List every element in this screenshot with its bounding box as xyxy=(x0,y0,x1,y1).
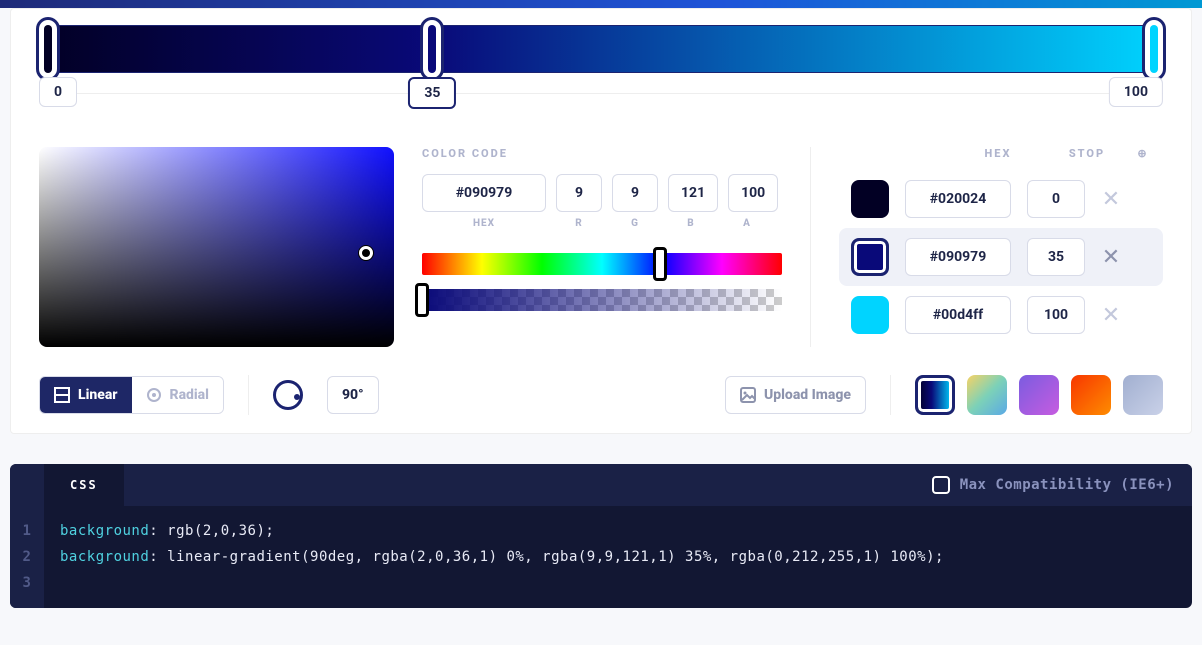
gradient-handle-2[interactable] xyxy=(1142,17,1166,81)
hue-handle[interactable] xyxy=(653,247,667,281)
gradient-handle-0[interactable] xyxy=(36,17,60,81)
css-code-text[interactable]: background: rgb(2,0,36); background: lin… xyxy=(44,506,960,608)
stop-swatch-0[interactable] xyxy=(851,180,889,218)
stop-row-0[interactable]: #020024 0 ✕ xyxy=(839,170,1163,228)
stop-pos-field-0[interactable]: 0 xyxy=(1027,180,1085,218)
css-gradient-line: linear-gradient(90deg, rgba(2,0,36,1) 0%… xyxy=(167,549,935,565)
preset-candy[interactable] xyxy=(967,375,1007,415)
image-icon xyxy=(740,387,756,403)
hex-sublabel: HEX xyxy=(422,218,546,229)
divider xyxy=(248,375,249,415)
delete-stop-0[interactable]: ✕ xyxy=(1101,187,1121,212)
line-numbers: 123 xyxy=(10,506,44,608)
preset-purple[interactable] xyxy=(1019,375,1059,415)
r-sublabel: R xyxy=(556,218,602,229)
gradient-handle-color-0 xyxy=(44,25,52,73)
alpha-slider[interactable] xyxy=(422,289,782,311)
gradient-handle-color-1 xyxy=(428,25,436,73)
stop-pos-input-2[interactable]: 100 xyxy=(1109,77,1163,107)
a-input[interactable]: 100 xyxy=(728,174,778,212)
gradient-options-bar: Linear Radial 90° Upload Image xyxy=(29,375,1173,415)
stop-pos-input-1[interactable]: 35 xyxy=(408,77,456,109)
linear-button[interactable]: Linear xyxy=(40,377,132,413)
g-input[interactable]: 9 xyxy=(612,174,658,212)
max-compat-toggle[interactable]: Max Compatibility (IE6+) xyxy=(932,476,1174,494)
preset-fire[interactable] xyxy=(1071,375,1111,415)
angle-dial[interactable] xyxy=(273,380,303,410)
a-sublabel: A xyxy=(724,218,770,229)
app-topbar xyxy=(0,0,1202,8)
css-tab[interactable]: CSS xyxy=(44,464,124,506)
preset-row xyxy=(915,375,1163,415)
r-input[interactable]: 9 xyxy=(556,174,602,212)
gradient-bar-wrap xyxy=(39,25,1163,73)
gradient-handle-1[interactable] xyxy=(420,17,444,81)
delete-stop-2[interactable]: ✕ xyxy=(1101,303,1121,328)
linear-label: Linear xyxy=(78,387,118,403)
stops-stop-header: STOP xyxy=(1051,147,1123,160)
stop-hex-1[interactable]: #090979 xyxy=(905,238,1011,276)
linear-icon xyxy=(54,387,70,403)
checkbox-icon xyxy=(932,476,950,494)
divider-2 xyxy=(890,375,891,415)
preset-faded[interactable] xyxy=(1123,375,1163,415)
color-code-column: COLOR CODE #090979 9 9 121 100 HEX R G B… xyxy=(422,147,782,347)
stop-pos-input-0[interactable]: 0 xyxy=(39,77,77,107)
stop-pos-field-2[interactable]: 100 xyxy=(1027,296,1085,334)
radial-icon xyxy=(146,387,162,403)
g-sublabel: G xyxy=(612,218,658,229)
preset-blue[interactable] xyxy=(915,375,955,415)
stop-swatch-1[interactable] xyxy=(851,238,889,276)
code-header: CSS Max Compatibility (IE6+) xyxy=(10,464,1192,506)
stops-table: HEX STOP ⊕ #020024 0 ✕ #090979 35 ✕ #00d… xyxy=(810,147,1163,347)
stops-hex-header: HEX xyxy=(945,147,1051,160)
hue-slider[interactable] xyxy=(422,253,782,275)
add-stop-icon[interactable]: ⊕ xyxy=(1123,147,1163,160)
b-input[interactable]: 121 xyxy=(668,174,718,212)
gradient-handle-color-2 xyxy=(1150,25,1158,73)
gradient-editor-panel: 0 35 100 COLOR CODE #090979 9 9 121 100 … xyxy=(10,8,1192,434)
color-controls-row: COLOR CODE #090979 9 9 121 100 HEX R G B… xyxy=(29,147,1173,347)
stop-hex-0[interactable]: #020024 xyxy=(905,180,1011,218)
upload-label: Upload Image xyxy=(764,387,851,403)
saturation-value-picker[interactable] xyxy=(39,147,394,347)
gradient-type-segmented: Linear Radial xyxy=(39,376,224,414)
stop-swatch-2[interactable] xyxy=(851,296,889,334)
stop-position-row: 0 35 100 xyxy=(39,93,1163,133)
radial-label: Radial xyxy=(170,387,209,403)
max-compat-label: Max Compatibility (IE6+) xyxy=(960,477,1174,493)
stop-row-2[interactable]: #00d4ff 100 ✕ xyxy=(839,286,1163,344)
hex-input[interactable]: #090979 xyxy=(422,174,546,212)
stop-hex-2[interactable]: #00d4ff xyxy=(905,296,1011,334)
b-sublabel: B xyxy=(668,218,714,229)
upload-image-button[interactable]: Upload Image xyxy=(725,376,866,414)
stop-pos-field-1[interactable]: 35 xyxy=(1027,238,1085,276)
gradient-bar[interactable] xyxy=(39,25,1163,73)
css-output-block: CSS Max Compatibility (IE6+) 123 backgro… xyxy=(10,464,1192,608)
color-code-label: COLOR CODE xyxy=(422,147,782,160)
satval-handle[interactable] xyxy=(359,246,373,260)
delete-stop-1[interactable]: ✕ xyxy=(1101,245,1121,270)
radial-button[interactable]: Radial xyxy=(132,377,223,413)
stop-row-1[interactable]: #090979 35 ✕ xyxy=(839,228,1163,286)
angle-input[interactable]: 90° xyxy=(327,376,379,414)
alpha-handle[interactable] xyxy=(415,283,429,317)
